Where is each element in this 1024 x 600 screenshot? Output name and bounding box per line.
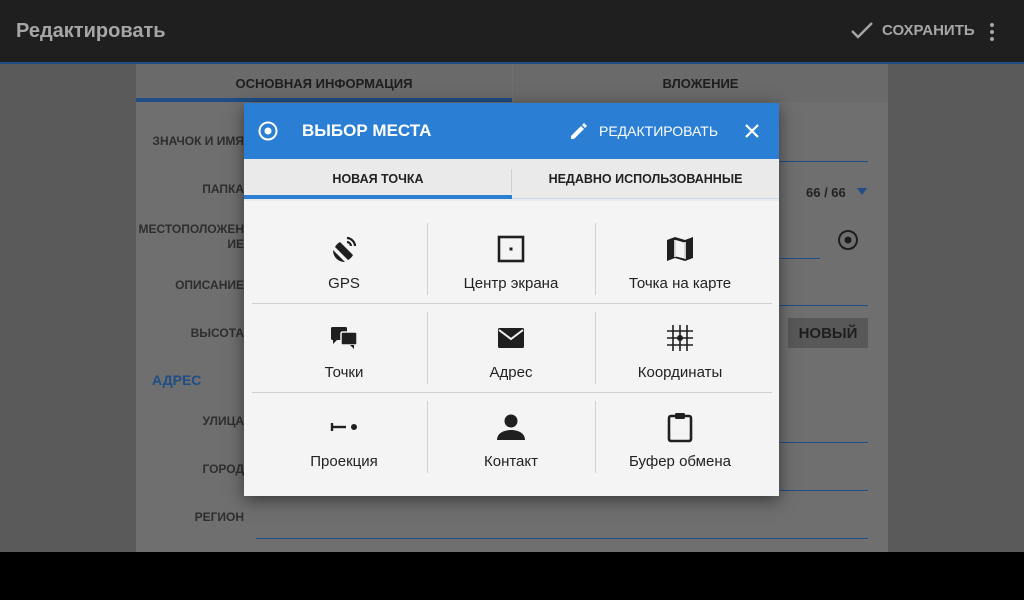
tab-new-point[interactable]: НОВАЯ ТОЧКА: [244, 159, 512, 199]
screen-center-icon: [497, 235, 525, 263]
option-label: Контакт: [483, 453, 538, 470]
icon-name-field[interactable]: [780, 161, 868, 162]
save-label: СОХРАНИТЬ: [882, 21, 975, 39]
option-clipboard[interactable]: Буфер обмена: [596, 403, 764, 489]
app-bar: Редактировать СОХРАНИТЬ: [0, 0, 1024, 64]
label-region: РЕГИОН: [194, 510, 244, 524]
option-gps[interactable]: GPS: [260, 225, 428, 311]
pencil-icon: [571, 123, 587, 139]
dropdown-arrow-icon[interactable]: [857, 188, 867, 195]
label-street: УЛИЦА: [202, 414, 244, 428]
option-screen-center[interactable]: Центр экрана: [427, 225, 595, 311]
option-label: GPS: [328, 275, 360, 292]
region-field[interactable]: [256, 538, 868, 539]
description-field[interactable]: [780, 305, 868, 306]
folder-counter: 66 / 66: [806, 185, 846, 200]
check-icon: [851, 22, 873, 39]
option-address[interactable]: Адрес: [427, 314, 595, 400]
option-label: Координаты: [637, 364, 723, 381]
row-divider: [252, 303, 772, 304]
option-points[interactable]: Точки: [260, 314, 428, 400]
envelope-icon: [498, 328, 524, 348]
projection-icon: [330, 423, 357, 431]
option-contact[interactable]: Контакт: [427, 403, 595, 489]
map-icon: [667, 237, 693, 261]
tab-separator: [511, 169, 512, 193]
tab-indicator: [244, 195, 512, 199]
target-icon: [258, 121, 278, 141]
target-icon[interactable]: [837, 229, 859, 251]
edit-label: РЕДАКТИРОВАТЬ: [599, 123, 719, 139]
label-city: ГОРОД: [202, 462, 244, 476]
location-field[interactable]: [780, 258, 820, 259]
select-location-dialog: ВЫБОР МЕСТА РЕДАКТИРОВАТЬ НОВАЯ ТОЧКА НЕ…: [244, 103, 779, 496]
system-nav-bar: [0, 552, 1024, 600]
label-icon-name: ЗНАЧОК И ИМЯ: [152, 134, 244, 148]
contact-icon: [497, 414, 525, 440]
option-projection[interactable]: Проекция: [260, 403, 428, 489]
row-divider: [252, 392, 772, 393]
page-title: Редактировать: [16, 20, 166, 42]
form-tab-indicator: [136, 98, 512, 102]
address-section-title: АДРЕС: [152, 372, 202, 388]
city-field[interactable]: [780, 490, 868, 491]
option-map-point[interactable]: Точка на карте: [596, 225, 764, 311]
close-icon[interactable]: [743, 122, 761, 140]
edit-button[interactable]: РЕДАКТИРОВАТЬ: [569, 121, 718, 141]
points-icon: [331, 327, 358, 349]
option-label: Центр экрана: [463, 275, 559, 292]
grid-icon: [667, 325, 693, 351]
label-location-2: ИЕ: [227, 237, 244, 251]
label-location-1: МЕСТОПОЛОЖЕН: [138, 222, 244, 236]
save-button[interactable]: СОХРАНИТЬ: [850, 20, 975, 40]
option-label: Точка на карте: [628, 275, 732, 292]
more-vert-icon[interactable]: [984, 22, 1000, 42]
option-label: Адрес: [489, 364, 533, 381]
street-field[interactable]: [780, 442, 868, 443]
new-button[interactable]: НОВЫЙ: [788, 318, 868, 348]
gps-icon: [333, 236, 357, 262]
dialog-header: ВЫБОР МЕСТА РЕДАКТИРОВАТЬ: [244, 103, 779, 159]
tab-basic-info[interactable]: ОСНОВНАЯ ИНФОРМАЦИЯ: [136, 64, 512, 102]
tab-attachment[interactable]: ВЛОЖЕНИЕ: [513, 64, 888, 102]
option-coordinates[interactable]: Координаты: [596, 314, 764, 400]
option-label: Точки: [324, 364, 364, 381]
label-altitude: ВЫСОТА: [190, 326, 244, 340]
label-description: ОПИСАНИЕ: [175, 278, 244, 292]
option-label: Проекция: [310, 453, 378, 470]
label-folder: ПАПКА: [202, 182, 244, 196]
tab-recently-used[interactable]: НЕДАВНО ИСПОЛЬЗОВАННЫЕ: [512, 159, 779, 199]
clipboard-icon: [667, 413, 693, 443]
option-label: Буфер обмена: [629, 453, 731, 470]
dialog-title: ВЫБОР МЕСТА: [302, 121, 432, 140]
